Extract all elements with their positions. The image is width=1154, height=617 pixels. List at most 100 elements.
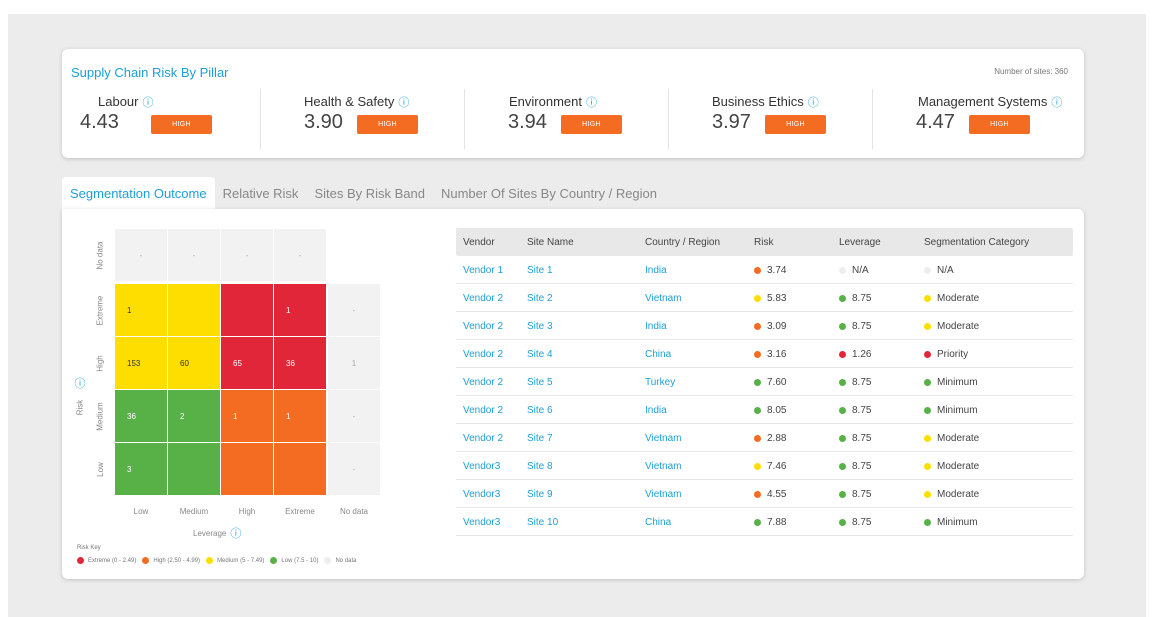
vendor-link[interactable]: Vendor3 (463, 480, 500, 508)
vendor-link[interactable]: Vendor 2 (463, 340, 503, 368)
vendor-link[interactable]: Vendor 2 (463, 312, 503, 340)
matrix-cell[interactable] (274, 443, 326, 495)
matrix-cell[interactable]: - (274, 229, 326, 281)
matrix-cell[interactable] (221, 443, 273, 495)
vendor-link[interactable]: Vendor 2 (463, 368, 503, 396)
site-link[interactable]: Site 2 (527, 284, 553, 312)
leverage-score-value: 8.75 (852, 516, 872, 528)
vendor-link[interactable]: Vendor 2 (463, 284, 503, 312)
table-row[interactable]: Vendor 1 Site 1 India 3.74 N/A N/A (456, 256, 1073, 284)
segmentation-category-value: Moderate (937, 320, 980, 332)
country-link[interactable]: Vietnam (645, 452, 682, 480)
table-row[interactable]: Vendor 2 Site 3 India 3.09 8.75 Moderate (456, 312, 1073, 340)
table-row[interactable]: Vendor3 Site 9 Vietnam 4.55 8.75 Moderate (456, 480, 1073, 508)
country-link[interactable]: China (645, 340, 671, 368)
matrix-cell[interactable]: 1 (115, 284, 167, 336)
info-icon[interactable]: ⓘ (398, 94, 409, 110)
column-header-vendor[interactable]: Vendor (463, 228, 495, 256)
table-row[interactable]: Vendor 2 Site 2 Vietnam 5.83 8.75 Moderate (456, 284, 1073, 312)
site-link[interactable]: Site 7 (527, 424, 553, 452)
risk-score-value: 4.55 (767, 488, 787, 500)
pillar-score: 3.90 (304, 111, 343, 133)
column-header-risk[interactable]: Risk (754, 228, 773, 256)
table-row[interactable]: Vendor 2 Site 5 Turkey 7.60 8.75 Minimum (456, 368, 1073, 396)
column-header-segmentation[interactable]: Segmentation Category (924, 228, 1029, 256)
site-link[interactable]: Site 8 (527, 452, 553, 480)
column-header-leverage[interactable]: Leverage (839, 228, 881, 256)
table-row[interactable]: Vendor3 Site 10 China 7.88 8.75 Minimum (456, 508, 1073, 536)
column-header-site-name[interactable]: Site Name (527, 228, 574, 256)
status-dot-icon (924, 406, 931, 414)
tab-segmentation-outcome[interactable]: Segmentation Outcome (62, 177, 215, 209)
matrix-cell[interactable]: 2 (168, 390, 220, 442)
matrix-cell[interactable]: 153 (115, 337, 167, 389)
tab-relative-risk[interactable]: Relative Risk (215, 177, 307, 209)
site-link[interactable]: Site 4 (527, 340, 553, 368)
sites-count: Number of sites: 360 (994, 67, 1068, 76)
risk-score-value: 7.88 (767, 516, 787, 528)
vendor-link[interactable]: Vendor3 (463, 452, 500, 480)
table-row[interactable]: Vendor 2 Site 7 Vietnam 2.88 8.75 Moderate (456, 424, 1073, 452)
country-link[interactable]: Vietnam (645, 424, 682, 452)
matrix-cell[interactable]: 36 (274, 337, 326, 389)
matrix-cell[interactable]: 3 (115, 443, 167, 495)
leverage-score-value: 8.75 (852, 376, 872, 388)
matrix-cell[interactable]: 1 (274, 284, 326, 336)
matrix-cell[interactable]: 1 (221, 390, 273, 442)
info-icon[interactable]: ⓘ (586, 94, 597, 110)
matrix-cell[interactable]: 1 (274, 390, 326, 442)
column-header-country[interactable]: Country / Region (645, 228, 720, 256)
country-link[interactable]: Turkey (645, 368, 675, 396)
info-icon[interactable]: ⓘ (75, 375, 86, 391)
info-icon[interactable]: ⓘ (142, 94, 153, 110)
matrix-cell[interactable]: 60 (168, 337, 220, 389)
tab-sites-by-country[interactable]: Number Of Sites By Country / Region (433, 177, 665, 209)
matrix-cell[interactable]: - (328, 390, 380, 442)
info-icon[interactable]: ⓘ (1051, 94, 1062, 110)
country-link[interactable]: India (645, 312, 667, 340)
vendor-link[interactable]: Vendor 1 (463, 256, 503, 284)
matrix-cell[interactable] (168, 284, 220, 336)
matrix-cell[interactable]: - (168, 229, 220, 281)
matrix-cell[interactable]: 65 (221, 337, 273, 389)
matrix-cell[interactable] (221, 284, 273, 336)
country-link[interactable]: China (645, 508, 671, 536)
matrix-cell[interactable]: - (328, 284, 380, 336)
site-link[interactable]: Site 6 (527, 396, 553, 424)
matrix-cell[interactable]: - (328, 443, 380, 495)
matrix-cell[interactable]: - (221, 229, 273, 281)
matrix-row-label: High (95, 354, 105, 372)
status-dot-icon (754, 350, 761, 358)
table-row[interactable]: Vendor 2 Site 6 India 8.05 8.75 Minimum (456, 396, 1073, 424)
info-icon[interactable]: ⓘ (808, 94, 819, 110)
site-link[interactable]: Site 3 (527, 312, 553, 340)
country-link[interactable]: Vietnam (645, 284, 682, 312)
tab-sites-by-risk-band[interactable]: Sites By Risk Band (306, 177, 433, 209)
table-header: Vendor Site Name Country / Region Risk L… (456, 228, 1073, 256)
site-link[interactable]: Site 10 (527, 508, 558, 536)
risk-key-label: No data (335, 557, 357, 564)
risk-key-item: Extreme (0 - 2.49) (77, 557, 136, 564)
status-dot-icon (839, 350, 846, 358)
site-link[interactable]: Site 1 (527, 256, 553, 284)
matrix-cell[interactable] (168, 443, 220, 495)
vendor-link[interactable]: Vendor3 (463, 508, 500, 536)
table-row[interactable]: Vendor3 Site 8 Vietnam 7.46 8.75 Moderate (456, 452, 1073, 480)
country-link[interactable]: Vietnam (645, 480, 682, 508)
matrix-cell[interactable]: 36 (115, 390, 167, 442)
status-dot-icon (924, 378, 931, 386)
vendor-link[interactable]: Vendor 2 (463, 396, 503, 424)
info-icon[interactable]: ⓘ (230, 525, 241, 541)
vendor-link[interactable]: Vendor 2 (463, 424, 503, 452)
leverage-score: 8.75 (839, 508, 871, 536)
matrix-cell[interactable]: - (115, 229, 167, 281)
leverage-score: 8.75 (839, 312, 871, 340)
pillar-management-systems: Management Systems ⓘ 4.47 HIGH (872, 89, 1084, 149)
country-link[interactable]: India (645, 396, 667, 424)
table-row[interactable]: Vendor 2 Site 4 China 3.16 1.26 Priority (456, 340, 1073, 368)
country-link[interactable]: India (645, 256, 667, 284)
segmentation-category-value: N/A (937, 264, 954, 276)
site-link[interactable]: Site 5 (527, 368, 553, 396)
site-link[interactable]: Site 9 (527, 480, 553, 508)
matrix-cell[interactable]: 1 (328, 337, 380, 389)
